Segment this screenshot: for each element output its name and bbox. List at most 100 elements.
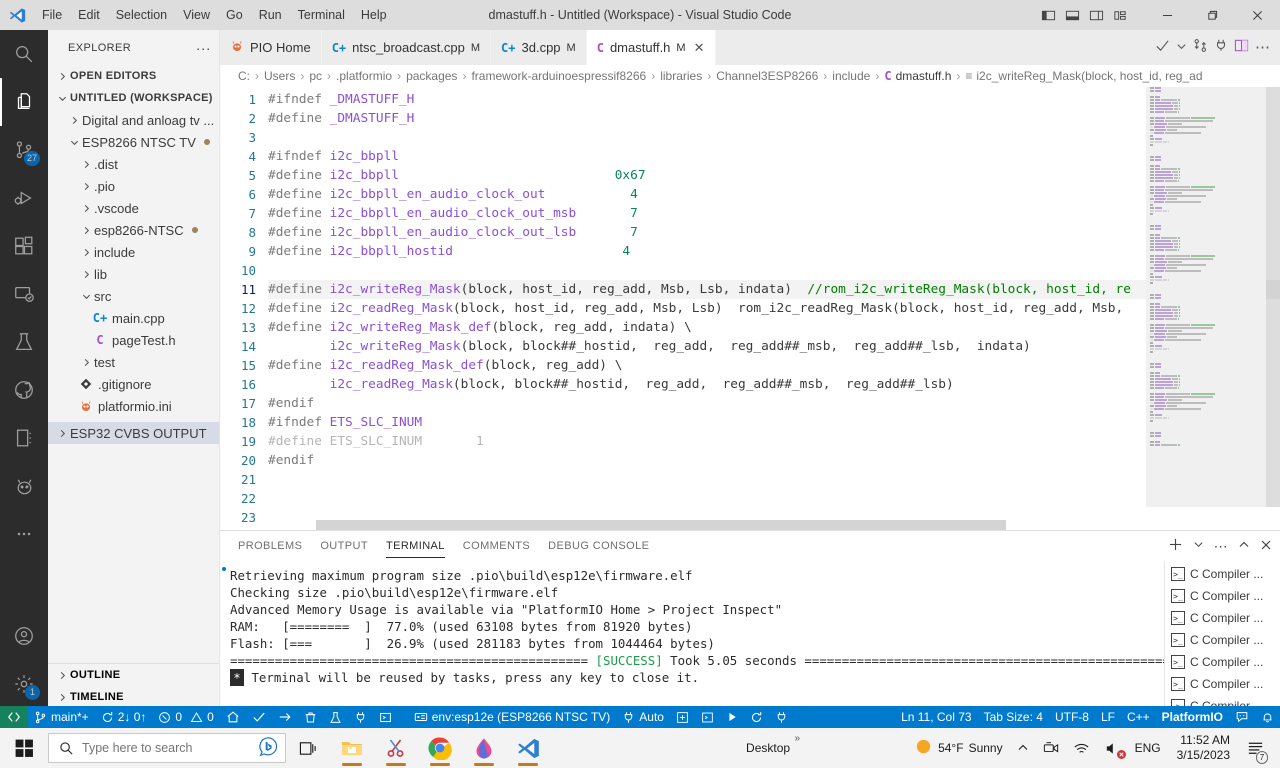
search-input[interactable]	[82, 741, 249, 755]
terminal-list-item[interactable]: >_ C Compiler ...	[1165, 563, 1280, 585]
taskbar-app-google-chrome[interactable]	[418, 728, 462, 768]
menu-file[interactable]: File	[34, 4, 70, 26]
status-sync[interactable]: 2↓ 0↑	[95, 706, 153, 728]
tree-item-folder[interactable]: ESP8266 NTSC TV	[48, 131, 219, 153]
activity-more-views-icon[interactable]	[0, 510, 48, 558]
breadcrumb-item[interactable]: i2c_writeReg_Mask(block, host_id, reg_ad	[976, 69, 1202, 83]
breadcrumb-item[interactable]: packages	[406, 69, 457, 83]
close-button[interactable]	[1235, 0, 1280, 30]
editor-horizontal-scrollbar[interactable]	[268, 520, 1008, 530]
status-branch[interactable]: main*+	[28, 706, 95, 728]
breadcrumb-item[interactable]: dmastuff.h	[896, 69, 952, 83]
taskbar-search-box[interactable]	[48, 733, 286, 763]
remote-window-indicator[interactable]	[0, 706, 28, 728]
tab-comments[interactable]: COMMENTS	[463, 531, 530, 561]
status-auto-port[interactable]: Auto	[616, 706, 670, 728]
menu-help[interactable]: Help	[353, 4, 395, 26]
breadcrumb-item[interactable]: .platformio	[336, 69, 392, 83]
breadcrumb-item[interactable]: Users	[264, 69, 295, 83]
activity-source-control-icon[interactable]: 27	[0, 126, 48, 174]
taskbar-desktop-label[interactable]: Desktop »	[746, 733, 800, 755]
close-panel-icon[interactable]	[1260, 539, 1272, 554]
status-feedback-icon[interactable]	[1229, 706, 1255, 728]
terminal-output[interactable]: Retrieving maximum program size .pio\bui…	[220, 561, 1164, 708]
notification-center-button[interactable]: 7	[1242, 728, 1272, 768]
tab-terminal[interactable]: TERMINAL	[385, 531, 445, 561]
more-actions-icon[interactable]: ⋯	[1214, 539, 1228, 553]
activity-remote-explorer-icon[interactable]	[0, 270, 48, 318]
sidebar-item-esp32-cvbs-output[interactable]: ESP32 CVBS OUTPUT	[48, 422, 219, 444]
tree-item-folder[interactable]: test	[48, 351, 219, 373]
tree-item-file[interactable]: .gitignore	[48, 373, 219, 395]
breadcrumb-item[interactable]: include	[832, 69, 870, 83]
editor-minimap[interactable]	[1146, 87, 1266, 530]
terminal-list-item[interactable]: >_ C Compiler ...	[1165, 585, 1280, 607]
tab-3d-cpp[interactable]: C+ 3d.cpp M	[491, 30, 587, 65]
taskbar-clock[interactable]: 11:52 AM 3/15/2023	[1171, 733, 1236, 763]
tray-expand-icon[interactable]	[1013, 728, 1033, 768]
task-view-icon[interactable]	[286, 728, 330, 768]
status-new-terminal-icon[interactable]	[670, 706, 695, 728]
tab-pio-home[interactable]: PIO Home	[220, 30, 322, 65]
breadcrumb-item[interactable]: C:	[238, 69, 250, 83]
breadcrumb-item[interactable]: framework-arduinoespressif8266	[471, 69, 646, 83]
taskbar-app-photos[interactable]	[462, 728, 506, 768]
activity-search-icon[interactable]	[0, 30, 48, 78]
tree-item-folder[interactable]: .dist	[48, 153, 219, 175]
tree-item-folder[interactable]: include	[48, 241, 219, 263]
menu-go[interactable]: Go	[218, 4, 251, 26]
status-pio-build-icon[interactable]	[246, 706, 272, 728]
status-eol[interactable]: LF	[1095, 706, 1121, 728]
taskbar-app-visual-studio-code[interactable]	[506, 728, 550, 768]
activity-settings-icon[interactable]: 1	[0, 660, 48, 708]
scrollbar-thumb[interactable]	[1266, 87, 1280, 507]
status-plug-icon[interactable]	[769, 706, 794, 728]
toggle-primary-sidebar-icon[interactable]	[1037, 4, 1059, 26]
explorer-more-actions-icon[interactable]: ···	[196, 40, 211, 56]
status-pio-upload-icon[interactable]	[272, 706, 298, 728]
terminal-list-item[interactable]: >_ C Compiler ...	[1165, 673, 1280, 695]
taskbar-app-snipping-tool[interactable]	[374, 728, 418, 768]
breadcrumb-item[interactable]: pc	[309, 69, 322, 83]
sidebar-item-outline[interactable]: OUTLINE	[48, 664, 219, 686]
status-encoding[interactable]: UTF-8	[1049, 706, 1095, 728]
status-pio-serial-icon[interactable]	[348, 706, 373, 728]
more-actions-icon[interactable]: ⋯	[1255, 40, 1270, 55]
activity-github-icon[interactable]	[0, 366, 48, 414]
status-pio-home-icon[interactable]	[220, 706, 246, 728]
activity-testing-icon[interactable]	[0, 318, 48, 366]
menu-edit[interactable]: Edit	[70, 4, 108, 26]
tree-item-file[interactable]: C pageTest.h	[48, 329, 219, 351]
status-pio-terminal-icon[interactable]	[373, 706, 398, 728]
tab-ntsc-broadcast-cpp[interactable]: C+ ntsc_broadcast.cpp M	[321, 30, 492, 65]
tab-problems[interactable]: PROBLEMS	[238, 531, 302, 561]
activity-notebook-icon[interactable]	[0, 414, 48, 462]
tree-item-file[interactable]: platformio.ini	[48, 395, 219, 417]
tree-item-folder[interactable]: lib	[48, 263, 219, 285]
tray-meet-now-icon[interactable]	[1039, 728, 1063, 768]
status-run-icon[interactable]	[720, 706, 744, 728]
tree-item-folder[interactable]: .vscode	[48, 197, 219, 219]
customize-layout-icon[interactable]	[1109, 4, 1131, 26]
toggle-panel-icon[interactable]	[1061, 4, 1083, 26]
status-problems[interactable]: 0 0	[152, 706, 219, 728]
status-platformio[interactable]: PlatformIO	[1156, 706, 1229, 728]
scrollbar-thumb[interactable]	[316, 520, 1006, 530]
tray-network-icon[interactable]	[1069, 728, 1094, 768]
plug-icon[interactable]	[1214, 38, 1228, 57]
status-serial-monitor-icon[interactable]	[695, 706, 720, 728]
source-control-icon[interactable]	[1193, 38, 1208, 58]
terminal-list-item[interactable]: >_ C Compiler ...	[1165, 629, 1280, 651]
menu-view[interactable]: View	[175, 4, 218, 26]
tree-item-folder[interactable]: Digital and anloag tv ...	[48, 109, 219, 131]
menu-selection[interactable]: Selection	[108, 4, 175, 26]
tab-output[interactable]: OUTPUT	[320, 531, 368, 561]
chevron-down-icon[interactable]	[1176, 39, 1187, 57]
activity-explorer-icon[interactable]	[0, 78, 48, 126]
menu-terminal[interactable]: Terminal	[290, 4, 353, 26]
split-editor-icon[interactable]	[1234, 38, 1249, 58]
chevron-down-icon[interactable]	[1193, 539, 1204, 553]
editor-vertical-scrollbar[interactable]	[1266, 87, 1280, 530]
status-refresh-icon[interactable]	[744, 706, 769, 728]
breadcrumb-item[interactable]: libraries	[660, 69, 702, 83]
